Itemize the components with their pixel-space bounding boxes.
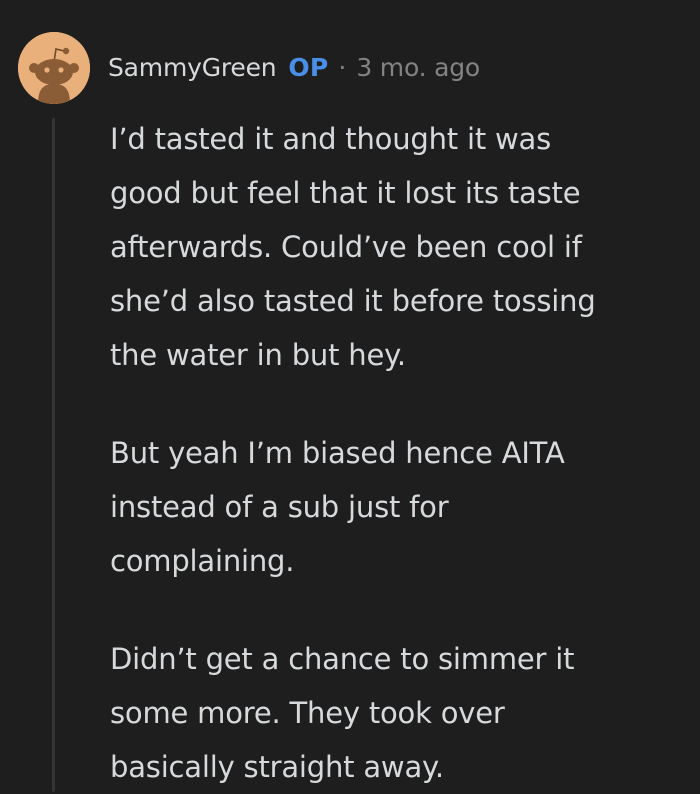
comment-line: basically straight away. <box>110 750 444 784</box>
op-badge: OP <box>288 53 329 82</box>
comment-header: SammyGreen OP · 3 mo. ago <box>108 46 480 90</box>
comment-line: I’d tasted it and thought it was <box>110 122 552 156</box>
comment-body: I’d tasted it and thought it was good bu… <box>110 112 690 794</box>
username-link[interactable]: SammyGreen <box>108 46 277 90</box>
comment-line: But yeah I’m biased hence AITA <box>110 436 565 470</box>
comment-line: Didn’t get a chance to simmer it <box>110 642 575 676</box>
comment: SammyGreen OP · 3 mo. ago I’d tasted it … <box>0 0 700 792</box>
comment-line: good but feel that it lost its taste <box>110 176 581 210</box>
comment-line: the water in but hey. <box>110 338 406 372</box>
thread-collapse-line[interactable] <box>52 118 55 792</box>
comment-paragraph: I’d tasted it and thought it was good bu… <box>110 112 690 382</box>
comment-line: some more. They took over <box>110 696 505 730</box>
reddit-snoo-avatar-icon <box>18 32 90 104</box>
comment-line: instead of a sub just for <box>110 490 449 524</box>
user-avatar[interactable] <box>18 32 90 104</box>
comment-timestamp[interactable]: 3 mo. ago <box>356 46 480 90</box>
comment-line: afterwards. Could’ve been cool if <box>110 230 582 264</box>
separator-dot: · <box>338 53 347 82</box>
comment-line: she’d also tasted it before tossing <box>110 284 596 318</box>
comment-paragraph: But yeah I’m biased hence AITA instead o… <box>110 426 690 588</box>
comment-paragraph: Didn’t get a chance to simmer it some mo… <box>110 632 690 794</box>
comment-line: complaining. <box>110 544 295 578</box>
